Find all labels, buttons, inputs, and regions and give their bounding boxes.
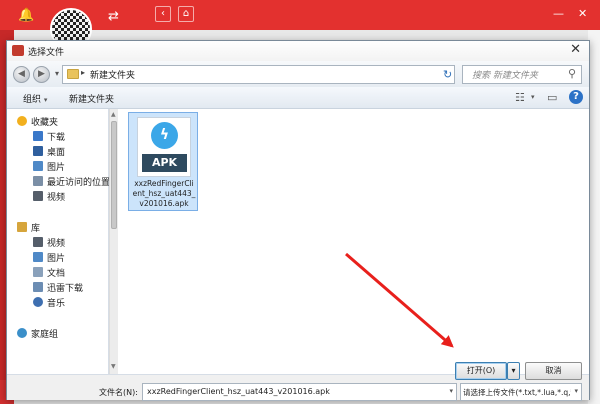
apk-file-icon: ϟ APK (137, 117, 191, 177)
thunder-download-icon (33, 282, 43, 292)
redfinger-logo-icon: ϟ (151, 122, 178, 149)
search-placeholder: 搜索 新建文件夹 (472, 71, 538, 81)
filetype-dropdown-icon[interactable]: ▾ (574, 387, 578, 395)
close-icon[interactable]: ✕ (578, 7, 587, 20)
apk-badge: APK (142, 154, 187, 172)
address-row: ◀ ▶ ▾ ▸ 新建文件夹 ▾ ↻ 搜索 新建文件夹 ⚲ (7, 61, 589, 87)
minimize-icon[interactable]: — (553, 7, 564, 20)
open-button[interactable]: 打开(O) (455, 362, 507, 380)
music-icon (33, 297, 43, 307)
refresh-icon[interactable]: ↻ (443, 68, 452, 81)
view-dropdown-icon[interactable]: ▾ (531, 93, 535, 101)
pictures-icon (33, 252, 43, 262)
preview-pane-icon[interactable]: ▭ (547, 91, 557, 104)
file-item-selected[interactable]: ϟ APK xxzRedFingerClient_hsz_uat443_v201… (128, 112, 198, 211)
dialog-close-icon[interactable]: ✕ (570, 42, 581, 57)
recent-places-icon (33, 176, 43, 186)
videos-icon (33, 191, 43, 201)
organize-menu[interactable]: 组织 ▾ (23, 92, 47, 105)
library-icon (17, 222, 27, 232)
new-folder-button[interactable]: 新建文件夹 (69, 92, 114, 105)
scroll-thumb[interactable] (111, 121, 117, 229)
scroll-up-icon[interactable]: ▲ (111, 111, 116, 118)
filetype-select[interactable]: 请选择上传文件(*.txt,*.lua,*.q,*. ▾ (460, 383, 582, 401)
file-list: ϟ APK xxzRedFingerClient_hsz_uat443_v201… (118, 109, 589, 374)
dialog-titlebar[interactable]: 选择文件 ✕ (7, 41, 589, 61)
forward-arrow-icon[interactable]: ▶ (33, 66, 50, 83)
download-folder-icon (33, 131, 43, 141)
filename-value: xxzRedFingerClient_hsz_uat443_v201016.ap… (147, 387, 330, 396)
filename-label: 文件名(N): (99, 388, 138, 397)
documents-icon (33, 267, 43, 277)
open-options-chevron-icon[interactable]: ▾ (507, 362, 520, 380)
breadcrumb-folder[interactable]: 新建文件夹 (90, 68, 135, 81)
folder-icon (67, 69, 79, 79)
back-arrow-icon[interactable]: ◀ (13, 66, 30, 83)
dialog-title: 选择文件 (28, 48, 65, 58)
command-toolbar: 组织 ▾ 新建文件夹 ☷ ▾ ▭ ? (7, 87, 589, 109)
file-open-dialog: 选择文件 ✕ ◀ ▶ ▾ ▸ 新建文件夹 ▾ ↻ 搜索 新建文件夹 ⚲ 组织 ▾… (6, 40, 590, 401)
pictures-icon (33, 161, 43, 171)
videos-icon (33, 237, 43, 247)
bell-icon[interactable]: 🔔 (18, 9, 34, 22)
search-icon[interactable]: ⚲ (568, 67, 576, 80)
filetype-value: 请选择上传文件(*.txt,*.lua,*.q,*. (463, 388, 571, 397)
app-logo-icon (12, 45, 24, 56)
search-input[interactable]: 搜索 新建文件夹 ⚲ (462, 65, 582, 84)
homegroup-icon (17, 328, 27, 338)
home-icon[interactable]: ⌂ (178, 6, 194, 22)
filename-dropdown-icon[interactable]: ▾ (449, 387, 453, 395)
file-name-label: xxzRedFingerClient_hsz_uat443_v201016.ap… (132, 179, 196, 208)
back-icon[interactable]: ‹ (155, 6, 171, 22)
address-bar[interactable]: ▸ 新建文件夹 ▾ ↻ (62, 65, 498, 84)
help-icon[interactable]: ? (569, 90, 583, 104)
organize-label: 组织 (23, 95, 42, 105)
filename-input[interactable]: xxzRedFingerClient_hsz_uat443_v201016.ap… (142, 383, 457, 401)
organize-dropdown-icon: ▾ (43, 96, 48, 104)
breadcrumb-separator-icon: ▸ (81, 68, 86, 77)
recent-pages-chevron-icon[interactable]: ▾ (55, 69, 59, 78)
swap-icon[interactable]: ⇄ (108, 10, 119, 23)
star-icon (17, 116, 27, 126)
cancel-button[interactable]: 取消 (525, 362, 582, 380)
nav-scrollbar[interactable]: ▲ ▼ (109, 109, 118, 374)
navigation-pane: 收藏夹 下载 桌面 图片 最近访问的位置 视频 库 视频 图片 文档 迅雷下载 … (7, 109, 110, 374)
scroll-down-icon[interactable]: ▼ (111, 363, 116, 370)
view-options-icon[interactable]: ☷ (515, 91, 525, 104)
desktop-icon (33, 146, 43, 156)
